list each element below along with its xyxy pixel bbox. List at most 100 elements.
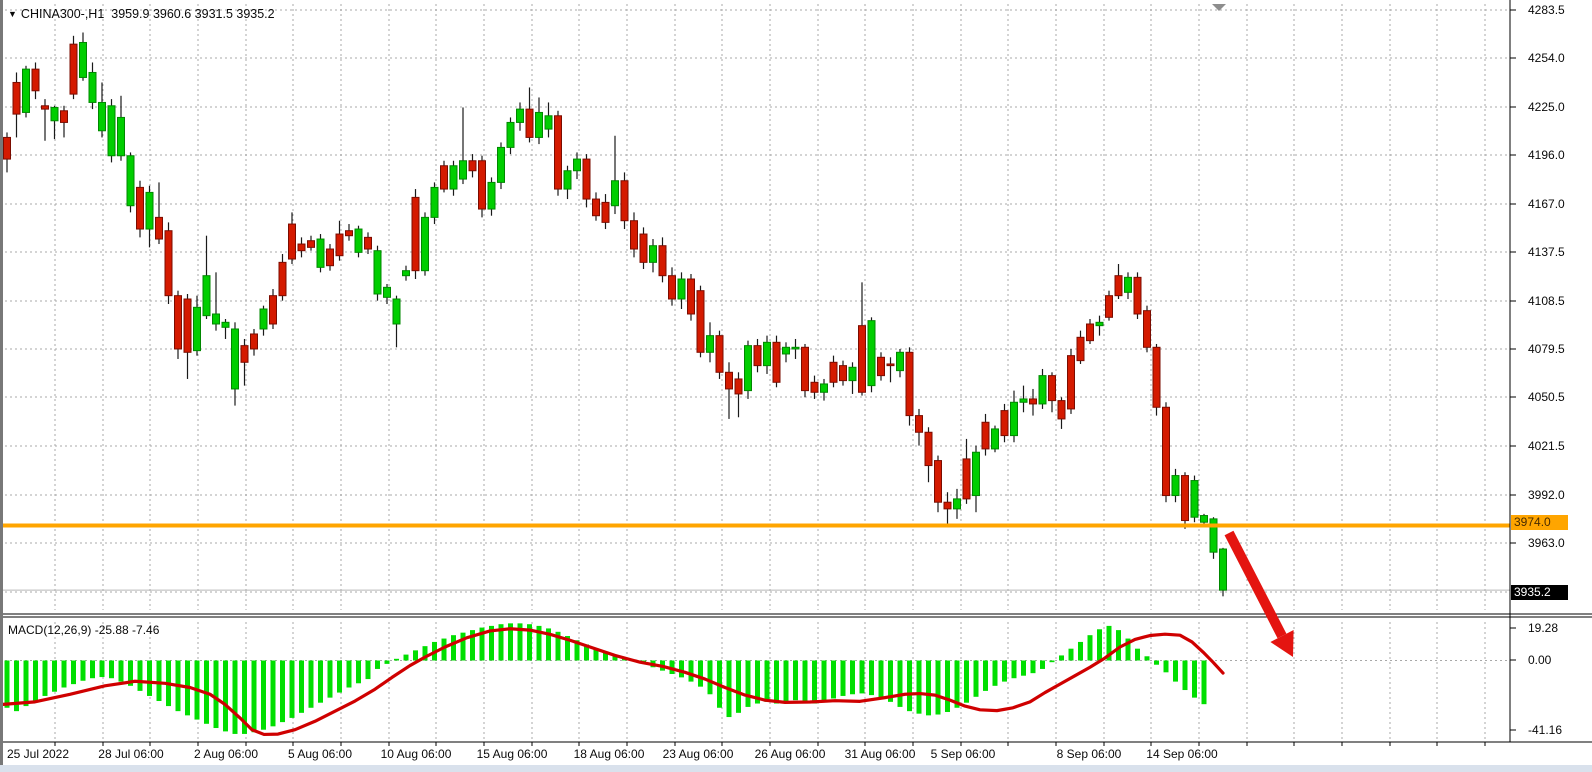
price-axis-label: 4079.5 <box>1528 342 1565 356</box>
candle-body <box>897 352 904 370</box>
price-axis-label: 4254.0 <box>1528 51 1565 65</box>
macd-histogram-bar <box>746 661 751 707</box>
candle-body <box>593 199 600 216</box>
candle-body <box>61 111 68 123</box>
macd-histogram-bar <box>1088 635 1093 660</box>
macd-histogram-bar <box>43 661 48 696</box>
candle-body <box>1077 337 1084 360</box>
candle-body <box>602 202 609 222</box>
macd-histogram-bar <box>1154 661 1159 665</box>
macd-histogram-bar <box>90 661 95 679</box>
candle-body <box>735 379 742 394</box>
time-axis-label: 18 Aug 06:00 <box>574 747 645 761</box>
macd-histogram-bar <box>119 661 124 682</box>
price-axis-label: 4196.0 <box>1528 148 1565 162</box>
macd-histogram-bar <box>993 661 998 686</box>
candle-body <box>792 347 799 349</box>
candle-body <box>13 82 20 114</box>
price-axis-label: 4167.0 <box>1528 197 1565 211</box>
candle-body <box>479 161 486 209</box>
candle-body <box>23 69 30 112</box>
price-axis-label: 4137.5 <box>1528 245 1565 259</box>
macd-indicator-label: MACD(12,26,9) -25.88 -7.46 <box>8 623 159 637</box>
macd-histogram-bar <box>803 661 808 702</box>
candle-body <box>1182 476 1189 521</box>
macd-histogram-bar <box>81 661 86 681</box>
candle-body <box>1011 402 1018 435</box>
candle-body <box>802 347 809 390</box>
candle-body <box>498 147 505 182</box>
macd-histogram-bar <box>100 661 105 678</box>
macd-histogram-bar <box>879 661 884 698</box>
candle-body <box>241 346 248 363</box>
chart-shift-marker[interactable] <box>1212 4 1226 11</box>
macd-histogram-bar <box>24 661 29 707</box>
candle-body <box>1058 401 1065 419</box>
candle-body <box>507 122 514 147</box>
candle-body <box>99 102 106 130</box>
candle-body <box>659 246 666 276</box>
chart-canvas[interactable] <box>0 0 1592 772</box>
candle-body <box>973 452 980 495</box>
macd-histogram-bar <box>138 661 143 691</box>
macd-histogram-bar <box>1145 656 1150 660</box>
candle-body <box>127 156 134 206</box>
candle-body <box>1201 516 1208 523</box>
time-axis-label: 5 Aug 06:00 <box>288 747 352 761</box>
candle-body <box>1163 407 1170 495</box>
candle-body <box>51 107 58 120</box>
time-axis-label: 28 Jul 06:00 <box>98 747 163 761</box>
candle-body <box>298 244 305 251</box>
symbol-dropdown-icon[interactable]: ▼ <box>8 9 17 19</box>
macd-histogram-bar <box>33 661 38 702</box>
candle-body <box>887 364 894 366</box>
candle-body <box>517 109 524 122</box>
macd-histogram-bar <box>869 661 874 696</box>
macd-histogram-bar <box>689 661 694 682</box>
macd-histogram-bar <box>109 661 114 679</box>
candle-body <box>1087 324 1094 341</box>
candle-body <box>669 276 676 299</box>
macd-histogram-bar <box>223 661 228 732</box>
candle-body <box>859 326 866 393</box>
candle-body <box>1020 399 1027 402</box>
macd-histogram-bar <box>157 661 162 702</box>
candle-body <box>840 366 847 381</box>
candle-body <box>811 382 818 392</box>
macd-histogram-bar <box>1097 629 1102 660</box>
macd-histogram-bar <box>831 661 836 699</box>
candle-body <box>336 234 343 256</box>
candle-body <box>583 159 590 199</box>
candle-body <box>460 161 467 179</box>
macd-histogram-bar <box>974 661 979 697</box>
candle-body <box>213 314 220 324</box>
macd-histogram-bar <box>1012 661 1017 679</box>
candle-body <box>89 72 96 102</box>
candle-body <box>916 416 923 433</box>
macd-histogram-bar <box>784 661 789 702</box>
price-axis-label: 3963.0 <box>1528 536 1565 550</box>
macd-histogram-bar <box>461 633 466 661</box>
macd-histogram-bar <box>793 661 798 701</box>
macd-histogram-bar <box>907 661 912 712</box>
time-axis-label: 15 Aug 06:00 <box>477 747 548 761</box>
candle-body <box>308 241 315 248</box>
macd-histogram-bar <box>1078 642 1083 661</box>
price-axis-label: 3992.0 <box>1528 488 1565 502</box>
candle-body <box>365 237 372 249</box>
time-axis-label: 25 Jul 2022 <box>7 747 69 761</box>
price-axis-label: 4108.5 <box>1528 294 1565 308</box>
current-price-tag: 3935.2 <box>1511 585 1568 600</box>
macd-histogram-bar <box>1183 661 1188 691</box>
candle-body <box>80 42 87 77</box>
macd-histogram-bar <box>290 661 295 718</box>
macd-histogram-bar <box>1050 661 1055 663</box>
time-axis-label: 10 Aug 06:00 <box>381 747 452 761</box>
symbol-period-label: CHINA300-,H1 <box>21 7 104 21</box>
candle-body <box>327 249 334 266</box>
trading-chart-window: ▼CHINA300-,H1 3959.9 3960.6 3931.5 3935.… <box>0 0 1592 772</box>
candle-body <box>1172 476 1179 496</box>
candle-body <box>754 346 761 366</box>
macd-histogram-bar <box>347 661 352 688</box>
macd-histogram-bar <box>698 661 703 687</box>
